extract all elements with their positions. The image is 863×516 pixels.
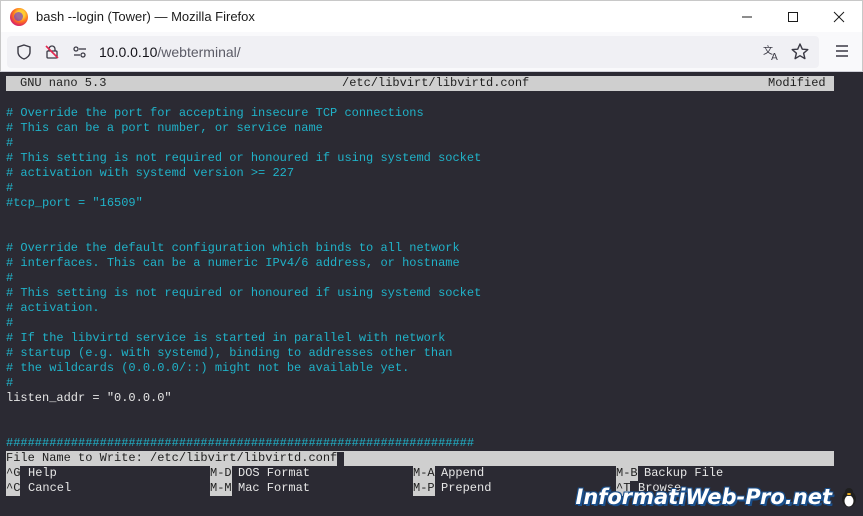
firefox-logo-icon <box>10 7 28 26</box>
file-line: ########################################… <box>6 436 475 450</box>
file-line: # <box>6 136 14 150</box>
svg-text:A: A <box>771 52 778 63</box>
file-line: # activation. <box>6 301 100 315</box>
permissions-icon[interactable] <box>41 41 63 63</box>
shortcut-label[interactable]: Backup File <box>644 466 723 481</box>
url-bar[interactable]: 10.0.0.10/webterminal/ 文A <box>7 36 819 68</box>
minimize-icon <box>742 16 752 18</box>
file-line: listen_addr = "0.0.0.0" <box>6 391 172 405</box>
url-host: 10.0.0.10 <box>99 44 158 60</box>
file-line: # <box>6 181 14 195</box>
shortcut-key: M-A <box>413 466 435 481</box>
window-controls <box>724 1 862 33</box>
bookmark-star-icon[interactable] <box>789 41 811 63</box>
shield-icon[interactable] <box>13 41 35 63</box>
file-line: # <box>6 271 14 285</box>
file-line: # This setting is not required or honour… <box>6 151 482 165</box>
file-line: # activation with systemd version >= 227 <box>6 166 295 180</box>
maximize-icon <box>788 12 798 22</box>
window-titlebar: bash --login (Tower) — Mozilla Firefox <box>0 0 863 32</box>
close-button[interactable] <box>816 1 862 33</box>
file-line: # <box>6 316 14 330</box>
close-icon <box>833 11 845 23</box>
window-title: bash --login (Tower) — Mozilla Firefox <box>36 9 255 24</box>
prompt-text: File Name to Write: /etc/libvirt/libvirt… <box>6 451 338 465</box>
nano-version: GNU nano 5.3 <box>20 76 107 90</box>
nano-header-bar: GNU nano 5.3 /etc/libvirt/libvirtd.conf … <box>6 76 834 91</box>
file-line: # If the libvirtd service is started in … <box>6 331 446 345</box>
url-actions: 文A <box>761 41 811 63</box>
shortcut-label[interactable]: Help <box>28 466 57 481</box>
shortcut-label[interactable]: Append <box>441 466 484 481</box>
maximize-button[interactable] <box>770 1 816 33</box>
text-cursor <box>337 452 345 466</box>
file-line: # interfaces. This can be a numeric IPv4… <box>6 256 460 270</box>
watermark-logo: InformatiWeb-Pro.net <box>575 485 832 509</box>
file-line: # Override the default configuration whi… <box>6 241 460 255</box>
shortcut-key: M-D <box>210 466 232 481</box>
tux-penguin-icon <box>842 488 856 507</box>
menu-icon[interactable] <box>834 43 850 59</box>
file-line: #tcp_port = "16509" <box>6 196 143 210</box>
url-text[interactable]: 10.0.0.10/webterminal/ <box>99 44 241 60</box>
shortcut-label[interactable]: Prepend <box>441 481 491 496</box>
shortcut-label[interactable]: Mac Format <box>238 481 310 496</box>
navigation-bar: 10.0.0.10/webterminal/ 文A <box>0 32 863 72</box>
shortcut-label[interactable]: Cancel <box>28 481 71 496</box>
file-line: # This can be a port number, or service … <box>6 121 323 135</box>
file-line: # This setting is not required or honour… <box>6 286 482 300</box>
shortcut-key: M-M <box>210 481 232 496</box>
shortcut-key: ^C <box>6 481 21 496</box>
shortcut-key: M-B <box>616 466 638 481</box>
shortcut-key: M-P <box>413 481 435 496</box>
file-line: # startup (e.g. with systemd), binding t… <box>6 346 453 360</box>
translate-icon[interactable]: 文A <box>761 41 783 63</box>
shortcut-label[interactable]: DOS Format <box>238 466 310 481</box>
file-line: # the wildcards (0.0.0.0/::) might not b… <box>6 361 410 375</box>
web-terminal[interactable]: GNU nano 5.3 /etc/libvirt/libvirtd.conf … <box>1 73 862 516</box>
shortcut-key: ^G <box>6 466 21 481</box>
filename-prompt[interactable]: File Name to Write: /etc/libvirt/libvirt… <box>6 451 834 466</box>
file-line: # <box>6 376 14 390</box>
nano-modified-status: Modified <box>768 76 826 90</box>
nano-filename: /etc/libvirt/libvirtd.conf <box>342 76 530 90</box>
file-line: # Override the port for accepting insecu… <box>6 106 424 120</box>
url-path: /webterminal/ <box>157 44 241 60</box>
minimize-button[interactable] <box>724 1 770 33</box>
site-info-icon[interactable] <box>69 41 91 63</box>
